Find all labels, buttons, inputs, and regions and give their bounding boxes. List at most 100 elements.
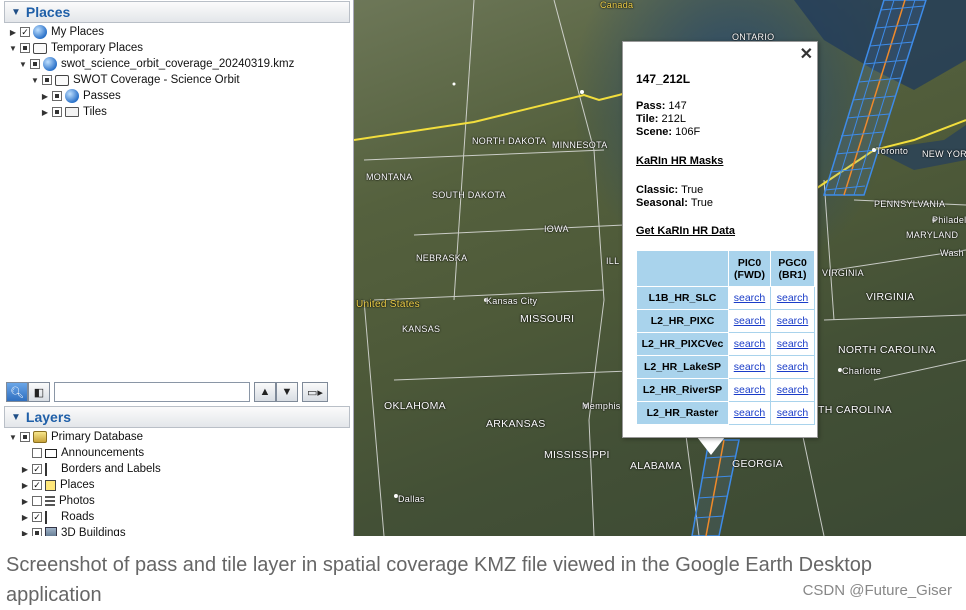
checkbox[interactable]: ✓ — [32, 480, 42, 490]
checkbox[interactable] — [32, 496, 42, 506]
checkbox[interactable] — [32, 448, 42, 458]
places-icon — [45, 479, 56, 491]
karin-masks-link[interactable]: KaRIn HR Masks — [636, 155, 723, 167]
panel-icon: ◧ — [33, 386, 45, 399]
tree-item-tiles[interactable]: ▶ Tiles — [40, 104, 107, 120]
classic-value: True — [681, 184, 704, 196]
checkbox[interactable] — [52, 107, 62, 117]
checkbox[interactable] — [32, 528, 42, 536]
expand-arrow-icon[interactable]: ▶ — [20, 481, 30, 490]
checkbox[interactable] — [42, 75, 52, 85]
checkbox[interactable] — [52, 91, 62, 101]
search-link[interactable]: search — [728, 286, 771, 310]
checkbox[interactable] — [20, 432, 30, 442]
search-link[interactable]: search — [770, 355, 815, 379]
tree-item-3d-buildings[interactable]: ▶ 3D Buildings — [20, 525, 126, 536]
tile-label: Tile: — [636, 113, 659, 125]
tree-item-roads[interactable]: ▶ ✓ Roads — [20, 509, 94, 525]
tree-item-borders-labels[interactable]: ▶ ✓ Borders and Labels — [20, 461, 161, 477]
search-link[interactable]: search — [770, 401, 815, 425]
tree-item-label: Roads — [61, 511, 95, 523]
search-link[interactable]: search — [728, 309, 771, 333]
tree-item-announcements[interactable]: Announcements — [20, 445, 144, 461]
collapse-arrow-icon[interactable]: ▼ — [30, 76, 40, 85]
product-name: L1B_HR_SLC — [636, 286, 729, 310]
search-link[interactable]: search — [728, 378, 771, 402]
map-label: PENNSYLVANIA — [874, 199, 946, 209]
move-up-button[interactable]: ▲ — [254, 382, 276, 402]
scene-label: Scene: — [636, 126, 673, 138]
pass-label: Pass: — [636, 100, 666, 112]
collapse-triangle-icon[interactable]: ▼ — [11, 7, 21, 18]
layers-header-label: Layers — [25, 409, 72, 425]
map-label: TH CAROLINA — [818, 404, 892, 416]
tree-item-primary-database[interactable]: ▼ Primary Database — [8, 429, 143, 445]
search-link[interactable]: search — [728, 355, 771, 379]
tree-item-passes[interactable]: ▶ Passes — [40, 88, 121, 104]
search-link[interactable]: search — [770, 332, 815, 356]
expand-arrow-icon[interactable]: ▶ — [20, 529, 30, 537]
checkbox[interactable]: ✓ — [32, 512, 42, 522]
search-mode-button[interactable]: 🔍︎ — [6, 382, 28, 402]
close-icon[interactable]: ✕ — [800, 44, 813, 64]
classic-row: Classic: True — [636, 184, 814, 197]
move-down-button[interactable]: ▼ — [276, 382, 298, 402]
tree-item-photos[interactable]: ▶ Photos — [20, 493, 95, 509]
tree-item-swot-coverage[interactable]: ▼ SWOT Coverage - Science Orbit — [30, 72, 240, 88]
map-label: MISSISSIPPI — [544, 449, 610, 461]
checkbox[interactable]: ✓ — [32, 464, 42, 474]
search-link[interactable]: search — [770, 309, 815, 333]
table-row: L2_HR_PIXC search search — [636, 309, 815, 333]
tile-row: Tile: 212L — [636, 113, 814, 126]
tree-item-kmz-file[interactable]: ▼ swot_science_orbit_coverage_20240319.k… — [18, 56, 294, 72]
scene-value: 106F — [675, 126, 701, 138]
search-link[interactable]: search — [770, 378, 815, 402]
tree-item-my-places[interactable]: ▶ ✓ My Places — [8, 24, 104, 40]
search-link[interactable]: search — [770, 286, 815, 310]
photos-icon — [45, 496, 55, 506]
checkbox[interactable]: ✓ — [20, 27, 30, 37]
table-header-col1: PIC0 (FWD) — [728, 250, 771, 287]
product-name: L2_HR_PIXCVec — [636, 332, 729, 356]
layers-panel-header[interactable]: ▼ Layers — [4, 406, 350, 428]
map-label: MISSOURI — [520, 313, 575, 325]
collapse-arrow-icon[interactable]: ▼ — [8, 433, 18, 442]
search-link[interactable]: search — [728, 332, 771, 356]
search-link[interactable]: search — [728, 401, 771, 425]
collapse-triangle-icon[interactable]: ▼ — [11, 412, 21, 423]
collapse-arrow-icon[interactable]: ▼ — [18, 60, 28, 69]
arrow-down-icon: ▼ — [281, 386, 293, 398]
watermark: CSDN @Future_Giser — [802, 582, 952, 599]
folder-menu-button[interactable]: ▭▸ — [302, 382, 328, 402]
tree-item-label: My Places — [51, 26, 105, 38]
map-label: KANSAS — [402, 324, 441, 334]
collapse-arrow-icon[interactable]: ▼ — [8, 44, 18, 53]
map-label: VIRGINIA — [822, 268, 864, 278]
table-header-empty — [636, 250, 729, 287]
tree-item-temporary-places[interactable]: ▼ Temporary Places — [8, 40, 143, 56]
map-label: Toronto — [876, 146, 909, 156]
checkbox[interactable] — [30, 59, 40, 69]
screenshot-root: ▼ Places ▶ ✓ My Places ▼ Temporary Place… — [0, 0, 966, 610]
expand-arrow-icon[interactable]: ▶ — [40, 108, 50, 117]
panel-toggle-button[interactable]: ◧ — [28, 382, 50, 402]
expand-arrow-icon[interactable]: ▶ — [20, 497, 30, 506]
get-karin-data-link[interactable]: Get KaRIn HR Data — [636, 225, 735, 237]
expand-arrow-icon[interactable]: ▶ — [8, 28, 18, 37]
places-panel-header[interactable]: ▼ Places — [4, 1, 350, 23]
table-row: L2_HR_Raster search search — [636, 401, 815, 425]
search-input[interactable] — [54, 382, 250, 402]
envelope-icon — [45, 448, 57, 458]
map-label: ARKANSAS — [486, 418, 546, 430]
map-label: SOUTH DAKOTA — [432, 190, 506, 200]
expand-arrow-icon[interactable]: ▶ — [40, 92, 50, 101]
tree-item-places[interactable]: ▶ ✓ Places — [20, 477, 95, 493]
table-row: L2_HR_RiverSP search search — [636, 378, 815, 402]
seasonal-value: True — [690, 197, 714, 209]
map-label: Kansas City — [486, 296, 538, 306]
checkbox[interactable] — [20, 43, 30, 53]
expand-arrow-icon[interactable]: ▶ — [20, 465, 30, 474]
tree-item-label: Borders and Labels — [61, 463, 161, 475]
expand-arrow-icon[interactable]: ▶ — [20, 513, 30, 522]
product-name: L2_HR_PIXC — [636, 309, 729, 333]
